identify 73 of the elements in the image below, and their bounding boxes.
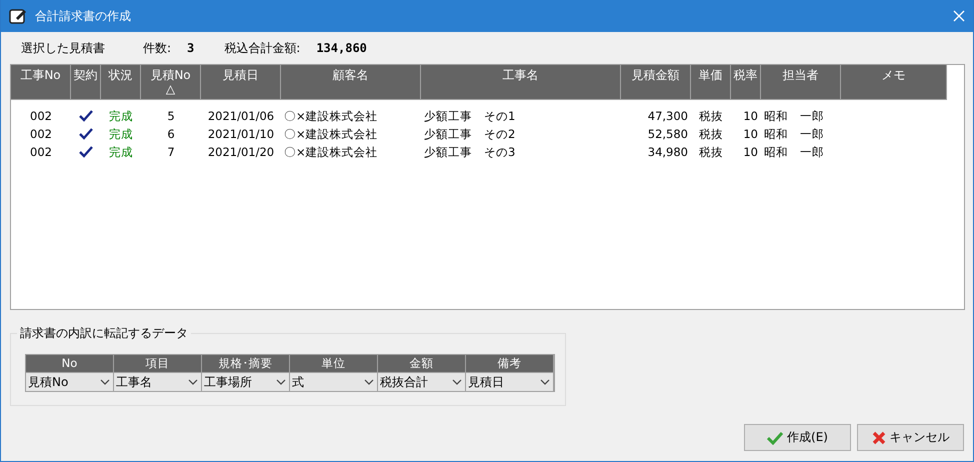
table-cell-text: 昭和 一郎	[763, 144, 825, 160]
column-header: 規格･摘要	[202, 355, 290, 372]
table-cell-text: 52,580	[646, 127, 689, 141]
app-icon	[9, 8, 27, 24]
column-header[interactable]: 顧客名	[281, 65, 421, 99]
table-cell-text: 47,300	[646, 109, 689, 123]
combo-box[interactable]: 式	[290, 372, 378, 391]
table-cell-text: 税抜	[698, 108, 724, 124]
table-cell-text: 完成	[108, 144, 134, 160]
table-cell-text: 〇×建設株式会社	[283, 144, 379, 160]
table-cell-text: 002	[29, 127, 53, 141]
column-header[interactable]: 見積No △	[141, 65, 201, 99]
table-cell-text: 34,980	[646, 145, 689, 159]
check-icon	[767, 430, 784, 444]
table-cell-text: 完成	[108, 108, 134, 124]
table-cell-text: 7	[166, 145, 176, 159]
table-cell-text: 2021/01/20	[206, 145, 276, 159]
table-cell-text: 10	[742, 145, 759, 159]
close-icon[interactable]	[953, 10, 965, 22]
create-button[interactable]: 作成(E)	[744, 424, 851, 451]
chevron-icon	[188, 379, 198, 385]
column-header[interactable]: 状況	[101, 65, 141, 99]
table-cell-text: 002	[29, 145, 53, 159]
table-cell-text: 少額工事 その1	[423, 108, 516, 124]
table-cell-text: 〇×建設株式会社	[283, 126, 379, 142]
column-header: 備考	[466, 355, 554, 372]
group-title: 請求書の内訳に転記するデータ	[17, 325, 191, 342]
column-header[interactable]: 契約	[71, 65, 101, 99]
table-cell-text: 6	[166, 127, 176, 141]
chevron-icon	[452, 379, 462, 385]
table-cell-text: 昭和 一郎	[763, 126, 825, 142]
chevron-icon	[540, 379, 550, 385]
cancel-button[interactable]: キャンセル	[857, 424, 964, 451]
column-header: 単位	[290, 355, 378, 372]
combo-box[interactable]: 税抜合計	[378, 372, 466, 391]
table-cell-text: 税抜	[698, 144, 724, 160]
table-cell-text: 10	[742, 109, 759, 123]
column-header: No	[26, 355, 114, 372]
table-cell-text: 少額工事 その3	[423, 144, 516, 160]
total-value: 134,860	[316, 41, 367, 55]
table-cell-text: 002	[29, 109, 53, 123]
column-header: 金額	[378, 355, 466, 372]
close-icon	[872, 430, 886, 444]
window-title: 合計請求書の作成	[35, 8, 132, 24]
combo-box[interactable]: 見積日	[466, 372, 554, 391]
summary-label: 選択した見積書	[21, 40, 105, 56]
combo-box[interactable]: 見積No	[26, 372, 114, 391]
column-header[interactable]: 税率	[731, 65, 761, 99]
table-cell-text: 2021/01/10	[206, 127, 276, 141]
table-cell-text: 昭和 一郎	[763, 108, 825, 124]
count-label: 件数:	[143, 40, 172, 56]
table-cell-text: 5	[166, 109, 176, 123]
table-cell-text: 完成	[108, 126, 134, 142]
table-cell-text: 10	[742, 127, 759, 141]
table-cell-text: 少額工事 その2	[423, 126, 516, 142]
column-header[interactable]: 見積金額	[621, 65, 691, 99]
column-header: 項目	[114, 355, 202, 372]
column-header[interactable]: 工事No	[11, 65, 71, 99]
column-header[interactable]: メモ	[841, 65, 947, 99]
column-header[interactable]: 見積日	[201, 65, 281, 99]
count-value: 3	[187, 41, 194, 55]
total-label: 税込合計金額:	[224, 40, 300, 56]
table-cell-text: 〇×建設株式会社	[283, 108, 379, 124]
combo-box[interactable]: 工事場所	[202, 372, 290, 391]
column-header[interactable]: 工事名	[421, 65, 621, 99]
combo-box[interactable]: 工事名	[114, 372, 202, 391]
chevron-icon	[364, 379, 374, 385]
table-cell-text: 税抜	[698, 126, 724, 142]
column-header[interactable]: 担当者	[761, 65, 841, 99]
chevron-icon	[100, 379, 110, 385]
chevron-icon	[276, 379, 286, 385]
column-header[interactable]: 単価	[691, 65, 731, 99]
table-cell-text: 2021/01/06	[206, 109, 276, 123]
